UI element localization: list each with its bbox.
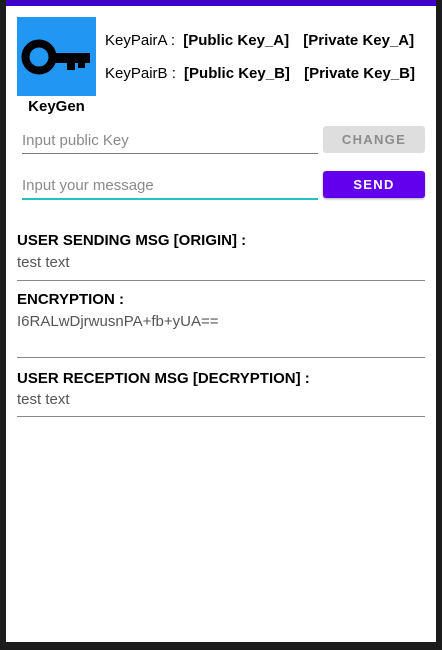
divider <box>17 416 425 417</box>
key-icon <box>21 39 90 75</box>
divider <box>17 357 425 358</box>
send-button[interactable]: SEND <box>323 171 425 198</box>
origin-title: USER SENDING MSG [ORIGIN] : <box>17 232 247 249</box>
keypair-b-row: KeyPairB : [Public Key_B] [Private Key_B… <box>105 65 415 82</box>
decryption-value: test text <box>17 391 70 408</box>
keypair-b-private-key: [Private Key_B] <box>304 65 415 82</box>
keypair-b-label: KeyPairB : <box>105 65 176 82</box>
keypair-a-row: KeyPairA : [Public Key_A] [Private Key_A… <box>105 32 414 49</box>
encryption-value: I6RALwDjrwusnPA+fb+yUA== <box>17 313 219 330</box>
device-frame: KeyGen KeyPairA : [Public Key_A] [Privat… <box>0 0 442 650</box>
keypair-a-private-key: [Private Key_A] <box>303 32 415 49</box>
message-input[interactable] <box>22 172 318 200</box>
origin-value: test text <box>17 254 70 271</box>
keypair-b-public-key: [Public Key_B] <box>184 65 290 82</box>
app-logo <box>17 17 96 96</box>
public-key-input[interactable] <box>22 127 318 154</box>
encryption-title: ENCRYPTION : <box>17 291 124 308</box>
app-screen: KeyGen KeyPairA : [Public Key_A] [Privat… <box>6 6 436 642</box>
app-name: KeyGen <box>28 98 85 115</box>
change-button[interactable]: CHANGE <box>323 126 425 153</box>
divider <box>17 280 425 281</box>
keypair-a-public-key: [Public Key_A] <box>183 32 290 49</box>
keypair-a-label: KeyPairA : <box>105 32 176 49</box>
decryption-title: USER RECEPTION MSG [DECRYPTION] : <box>17 370 310 387</box>
